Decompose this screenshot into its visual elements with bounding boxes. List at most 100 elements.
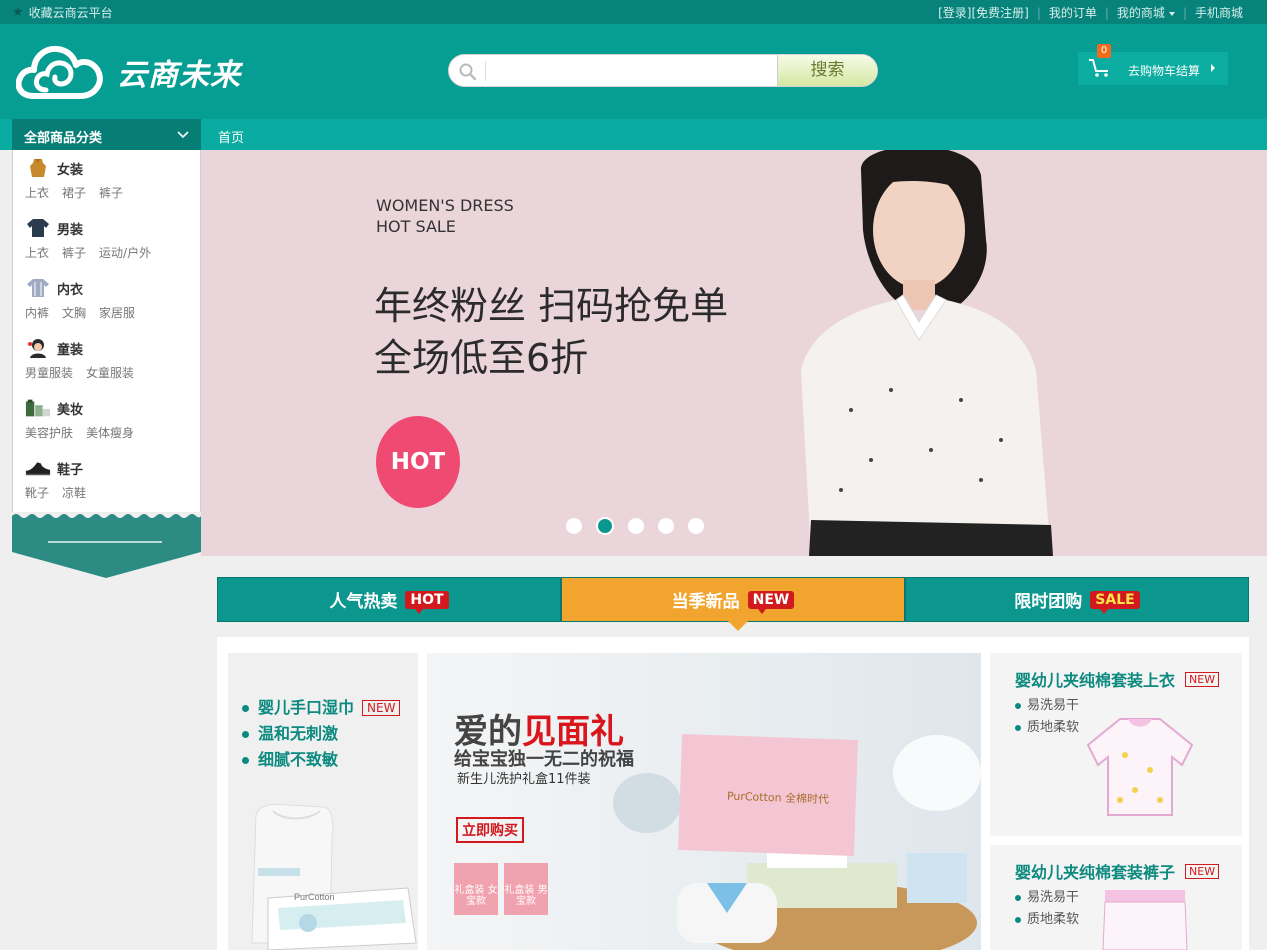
- category-title: 女装: [57, 162, 84, 178]
- feature-list: 易洗易干 质地柔软: [1015, 887, 1079, 931]
- bullet-icon: [1015, 917, 1021, 923]
- cart-label: 去购物车结算: [1128, 64, 1201, 78]
- product-title: 婴幼儿夹纯棉套装上衣: [1015, 671, 1176, 690]
- search-bar: 搜索: [448, 54, 878, 87]
- gift-option-girl[interactable]: 礼盒装 女宝款: [454, 863, 498, 915]
- new-tag: NEW: [747, 590, 795, 614]
- subcategory-link[interactable]: 上衣: [25, 186, 49, 200]
- cloud-logo-icon: [16, 45, 103, 99]
- subcategory-link[interactable]: 运动/户外: [99, 246, 151, 260]
- pack-brand-text: PurCotton: [294, 892, 335, 902]
- category-title: 内衣: [57, 282, 84, 298]
- product-card-wipes[interactable]: 婴儿手口湿巾 NEW 温和无刺激 细腻不致敏 PurCotton: [228, 653, 418, 950]
- feature-item: 婴儿手口湿巾 NEW: [242, 695, 401, 721]
- buy-now-button[interactable]: 立即购买: [456, 817, 524, 843]
- category-womens[interactable]: 女装 上衣 裙子 裤子: [13, 150, 200, 210]
- feature-text: 易洗易干: [1027, 698, 1080, 713]
- subcategory-link[interactable]: 裙子: [62, 186, 86, 200]
- nav-bar: 全部商品分类 首页: [0, 119, 1267, 150]
- subcategory-link[interactable]: 上衣: [25, 246, 49, 260]
- subcategory-link[interactable]: 男童服装: [25, 366, 73, 380]
- category-cosmetics[interactable]: 美妆 美容护肤 美体瘦身: [13, 390, 200, 450]
- cart-count-badge: 0: [1097, 44, 1111, 58]
- subcategory-link[interactable]: 靴子: [25, 486, 49, 500]
- category-title: 男装: [57, 222, 84, 238]
- tab-new-arrivals[interactable]: 当季新品 NEW: [561, 577, 905, 631]
- category-underwear[interactable]: 内衣 内裤 文胸 家居服: [13, 270, 200, 330]
- top-links: [登录][免费注册] | 我的订单 | 我的商城 | 手机商城: [938, 4, 1243, 21]
- subcategory-link[interactable]: 裤子: [62, 246, 86, 260]
- shoe-icon: [25, 458, 51, 478]
- subcategory-link[interactable]: 女童服装: [86, 366, 134, 380]
- subcategory-link[interactable]: 凉鞋: [62, 486, 86, 500]
- product-card-baby-pants[interactable]: 婴幼儿夹纯棉套装裤子 NEW 易洗易干 质地柔软: [990, 845, 1242, 950]
- all-categories-toggle[interactable]: 全部商品分类: [12, 119, 201, 150]
- banner-model-image: [771, 150, 1267, 556]
- my-mall-menu[interactable]: 我的商城: [1117, 4, 1175, 21]
- product-card-gift-set[interactable]: PurCotton 全棉时代 爱的见面礼 给宝宝独一无二的祝福 新生儿洗护礼盒1…: [427, 653, 981, 950]
- feature-text: 易洗易干: [1027, 890, 1080, 905]
- logo[interactable]: 云商未来: [16, 44, 241, 99]
- new-tag: NEW: [1185, 863, 1220, 879]
- bullet-icon: [242, 730, 249, 738]
- search-button[interactable]: 搜索: [777, 55, 877, 86]
- product-title: 婴幼儿夹纯棉套装裤子: [1015, 863, 1176, 882]
- cosmetics-icon: [25, 398, 51, 418]
- new-tag: NEW: [1185, 671, 1220, 687]
- gift-box-image: PurCotton 全棉时代: [678, 733, 858, 857]
- carousel-dots: [566, 517, 718, 535]
- subcategory-link[interactable]: 文胸: [62, 306, 86, 320]
- favorite-link[interactable]: ★ 收藏云商云平台: [12, 4, 113, 21]
- favorite-label: 收藏云商云平台: [28, 6, 113, 20]
- star-icon: ★: [12, 4, 24, 20]
- category-kids[interactable]: 童装 男童服装 女童服装: [13, 330, 200, 390]
- shirt-icon: [25, 218, 51, 238]
- nav-home-link[interactable]: 首页: [218, 127, 244, 146]
- separator: |: [1182, 5, 1187, 20]
- carousel-dot-active[interactable]: [596, 517, 614, 535]
- subcategory-link[interactable]: 美体瘦身: [86, 426, 134, 440]
- bullet-icon: [242, 704, 249, 712]
- banner-headline-line: 年终粉丝 扫码抢免单: [374, 284, 729, 328]
- my-orders-link[interactable]: 我的订单: [1049, 4, 1097, 21]
- subcategory-link[interactable]: 裤子: [99, 186, 123, 200]
- category-shoes[interactable]: 鞋子 靴子 凉鞋: [13, 450, 200, 510]
- category-mens[interactable]: 男装 上衣 裤子 运动/户外: [13, 210, 200, 270]
- feature-list: 婴儿手口湿巾 NEW 温和无刺激 细腻不致敏: [242, 695, 401, 773]
- dress-icon: [25, 158, 51, 178]
- pajamas-icon: [25, 278, 51, 298]
- search-input[interactable]: [491, 59, 776, 83]
- tab-label: 限时团购: [1014, 592, 1083, 612]
- product-tabs: 人气热卖 HOT 当季新品 NEW 限时团购 SALE: [217, 577, 1249, 631]
- sidebar-ribbon: [12, 514, 201, 578]
- hero-banner[interactable]: WOMEN'S DRESS HOT SALE 年终粉丝 扫码抢免单 全场低至6折…: [201, 150, 1267, 556]
- subcategory-link[interactable]: 美容护肤: [25, 426, 73, 440]
- feature-text: 细腻不致敏: [258, 750, 339, 769]
- feature-text: 质地柔软: [1027, 720, 1080, 735]
- carousel-dot[interactable]: [658, 518, 674, 534]
- bullet-icon: [242, 756, 249, 764]
- carousel-dot[interactable]: [628, 518, 644, 534]
- search-divider: [485, 61, 486, 81]
- subcategory-link[interactable]: 内裤: [25, 306, 49, 320]
- login-register-link[interactable]: [登录][免费注册]: [938, 4, 1029, 21]
- cart-checkout-button[interactable]: 0 去购物车结算: [1078, 44, 1228, 85]
- carousel-dot[interactable]: [566, 518, 582, 534]
- category-title: 美妆: [57, 402, 84, 418]
- subcategory-link[interactable]: 家居服: [99, 306, 135, 320]
- feature-text: 婴儿手口湿巾: [258, 698, 355, 717]
- product-card-baby-top[interactable]: 婴幼儿夹纯棉套装上衣 NEW 易洗易干 质地柔软: [990, 653, 1242, 836]
- tab-group-buy[interactable]: 限时团购 SALE: [905, 577, 1249, 622]
- baby-pants-image: [1102, 890, 1188, 950]
- banner-english-line: HOT SALE: [376, 217, 456, 236]
- category-sidebar: 女装 上衣 裙子 裤子 男装 上衣 裤子 运动/户外 内衣 内裤 文胸 家居服 童装 男童服…: [12, 150, 201, 512]
- child-icon: [25, 338, 51, 358]
- banner-english-text: WOMEN'S DRESS HOT SALE: [376, 195, 514, 237]
- tab-popular[interactable]: 人气热卖 HOT: [217, 577, 561, 622]
- feature-list: 易洗易干 质地柔软: [1015, 695, 1079, 739]
- baby-top-image: [1086, 718, 1194, 816]
- carousel-dot[interactable]: [688, 518, 704, 534]
- gift-option-boy[interactable]: 礼盒装 男宝款: [504, 863, 548, 915]
- mobile-mall-link[interactable]: 手机商城: [1195, 4, 1243, 21]
- product-title-row: 婴幼儿夹纯棉套装裤子 NEW: [1015, 859, 1220, 883]
